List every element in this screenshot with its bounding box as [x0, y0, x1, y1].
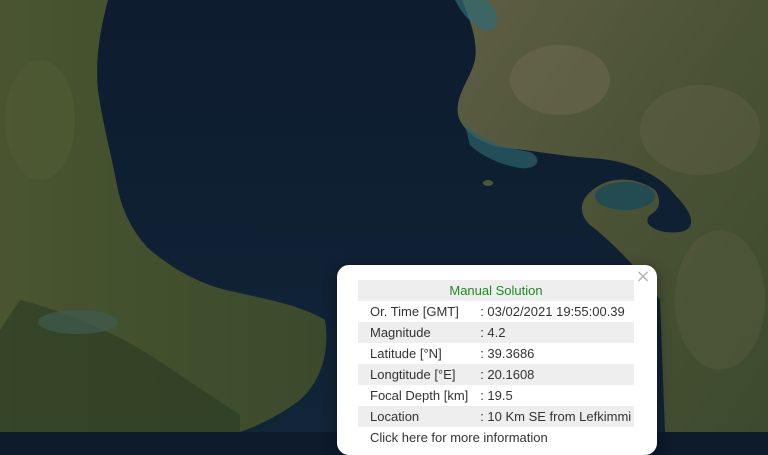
bay [595, 182, 655, 210]
row-label: Magnitude [358, 322, 471, 343]
islet [483, 180, 493, 186]
row-label: Location [358, 406, 471, 427]
terrain-patch [675, 230, 765, 370]
earthquake-info-popup: × Manual Solution Or. Time [GMT] : 03/02… [337, 265, 657, 455]
terrain-patch [510, 45, 610, 115]
lagoon [38, 310, 118, 334]
row-label: Or. Time [GMT] [370, 304, 459, 319]
terrain-patch [5, 60, 75, 180]
row-value: : 20.1608 [470, 364, 634, 385]
row-value: : 39.3686 [480, 346, 535, 361]
row-label: Focal Depth [km] [370, 388, 469, 403]
row-value: : 19.5 [480, 388, 513, 403]
close-icon[interactable]: × [635, 268, 651, 286]
popup-title: Manual Solution [358, 280, 634, 301]
row-label: Latitude [°N] [370, 346, 442, 361]
more-info-link[interactable]: Click here for more information [358, 427, 634, 448]
row-value: : 10 Km SE from Lefkimmi [470, 406, 634, 427]
terrain-patch [640, 85, 760, 175]
row-value: : 03/02/2021 19:55:00.39 [480, 304, 625, 319]
earthquake-info-table: Manual Solution Or. Time [GMT] : 03/02/2… [358, 280, 634, 448]
row-label: Longtitude [°E] [358, 364, 471, 385]
row-value: : 4.2 [470, 322, 634, 343]
